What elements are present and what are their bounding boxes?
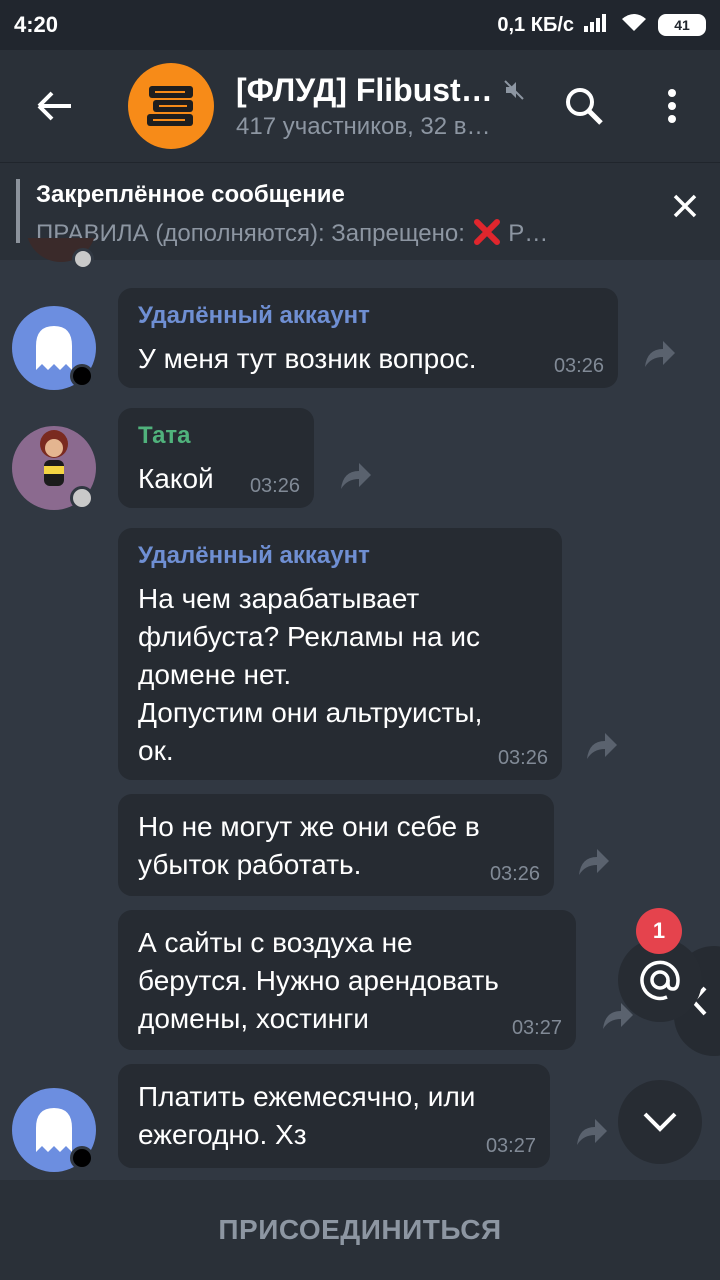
message-bubble[interactable]: Тата Какой 03:26: [118, 408, 314, 508]
message-time: 03:26: [497, 747, 548, 769]
close-pinned-button[interactable]: [672, 193, 698, 224]
message-time: 03:26: [489, 863, 540, 885]
share-arrow-icon: [341, 463, 371, 489]
search-button[interactable]: [562, 84, 606, 128]
pinned-text: ПРАВИЛА (дополняются): Запрещено: Р…: [36, 217, 548, 248]
online-dot: [72, 248, 94, 270]
message-time: 03:26: [553, 355, 604, 377]
group-avatar[interactable]: [128, 63, 214, 149]
message-bubble[interactable]: Удалённый аккаунт На чем зарабатывает фл…: [118, 528, 562, 780]
net-speed: 0,1 КБ/с: [497, 13, 574, 36]
join-bar[interactable]: ПРИСОЕДИНИТЬСЯ: [0, 1180, 720, 1280]
battery-icon: 41: [658, 14, 706, 36]
more-vertical-icon: [668, 89, 676, 123]
message-author[interactable]: Удалённый аккаунт: [138, 542, 542, 570]
share-arrow-icon: [587, 733, 617, 759]
pinned-indicator: [16, 179, 20, 243]
message-author[interactable]: Удалённый аккаунт: [138, 302, 598, 330]
share-arrow-icon: [577, 1119, 607, 1145]
chat-header: [ФЛУД] Flibust… 417 участников, 32 в…: [0, 50, 720, 162]
status-dot: [70, 1146, 94, 1170]
arrow-left-icon: [37, 91, 71, 121]
status-time: 4:20: [14, 12, 59, 37]
chevron-down-icon: [643, 1112, 677, 1132]
close-icon: [673, 194, 697, 218]
chat-subtitle: 417 участников, 32 в…: [236, 112, 491, 140]
scroll-down-button[interactable]: [618, 1080, 702, 1164]
ghost-icon: [36, 1108, 72, 1152]
wifi-icon: [620, 11, 648, 39]
online-dot: [70, 486, 94, 510]
share-arrow-icon: [579, 849, 609, 875]
search-icon: [566, 88, 603, 125]
pinned-title: Закреплённое сообщение: [36, 181, 345, 208]
back-button[interactable]: [0, 50, 110, 162]
more-button[interactable]: [650, 84, 694, 128]
mentions-badge: 1: [636, 908, 682, 954]
share-button[interactable]: [572, 1112, 612, 1152]
signal-icon: [584, 12, 610, 38]
chat-title: [ФЛУД] Flibust…: [236, 71, 493, 108]
message-text: А сайты с воздуха не берутся. Нужно арен…: [138, 927, 499, 1034]
share-button[interactable]: [640, 334, 680, 374]
message-text: У меня тут возник вопрос.: [138, 343, 477, 374]
muted-icon: [503, 80, 524, 100]
message-bubble[interactable]: Удалённый аккаунт У меня тут возник вопр…: [118, 288, 618, 388]
books-icon: [147, 86, 193, 126]
share-arrow-icon: [645, 341, 675, 367]
message-time: 03:26: [249, 475, 300, 497]
status-bar: 4:20 0,1 КБ/с 41: [0, 0, 720, 50]
message-author[interactable]: Тата: [138, 422, 294, 450]
message-text: На чем зарабатывает флибуста? Рекламы на…: [138, 583, 483, 766]
message-bubble[interactable]: А сайты с воздуха не берутся. Нужно арен…: [118, 910, 576, 1050]
pinned-message[interactable]: Закреплённое сообщение ПРАВИЛА (дополняю…: [0, 162, 720, 260]
message-bubble[interactable]: Но не могут же они себе в убыток работат…: [118, 794, 554, 896]
ghost-icon: [36, 326, 72, 370]
message-time: 03:27: [511, 1017, 562, 1039]
status-dot: [70, 364, 94, 388]
join-button[interactable]: ПРИСОЕДИНИТЬСЯ: [218, 1214, 501, 1246]
chat-title-block[interactable]: [ФЛУД] Flibust… 417 участников, 32 в…: [236, 72, 536, 141]
red-cross-icon: [473, 219, 500, 245]
message-time: 03:27: [485, 1135, 536, 1157]
message-text: Платить ежемесячно, или ежегодно. Хз: [138, 1081, 476, 1150]
message-bubble[interactable]: Платить ежемесячно, или ежегодно. Хз 03:…: [118, 1064, 550, 1168]
message-text: Но не могут же они себе в убыток работат…: [138, 811, 480, 880]
share-button[interactable]: [582, 726, 622, 766]
at-icon: [640, 960, 680, 1001]
share-button[interactable]: [574, 842, 614, 882]
share-button[interactable]: [336, 456, 376, 496]
